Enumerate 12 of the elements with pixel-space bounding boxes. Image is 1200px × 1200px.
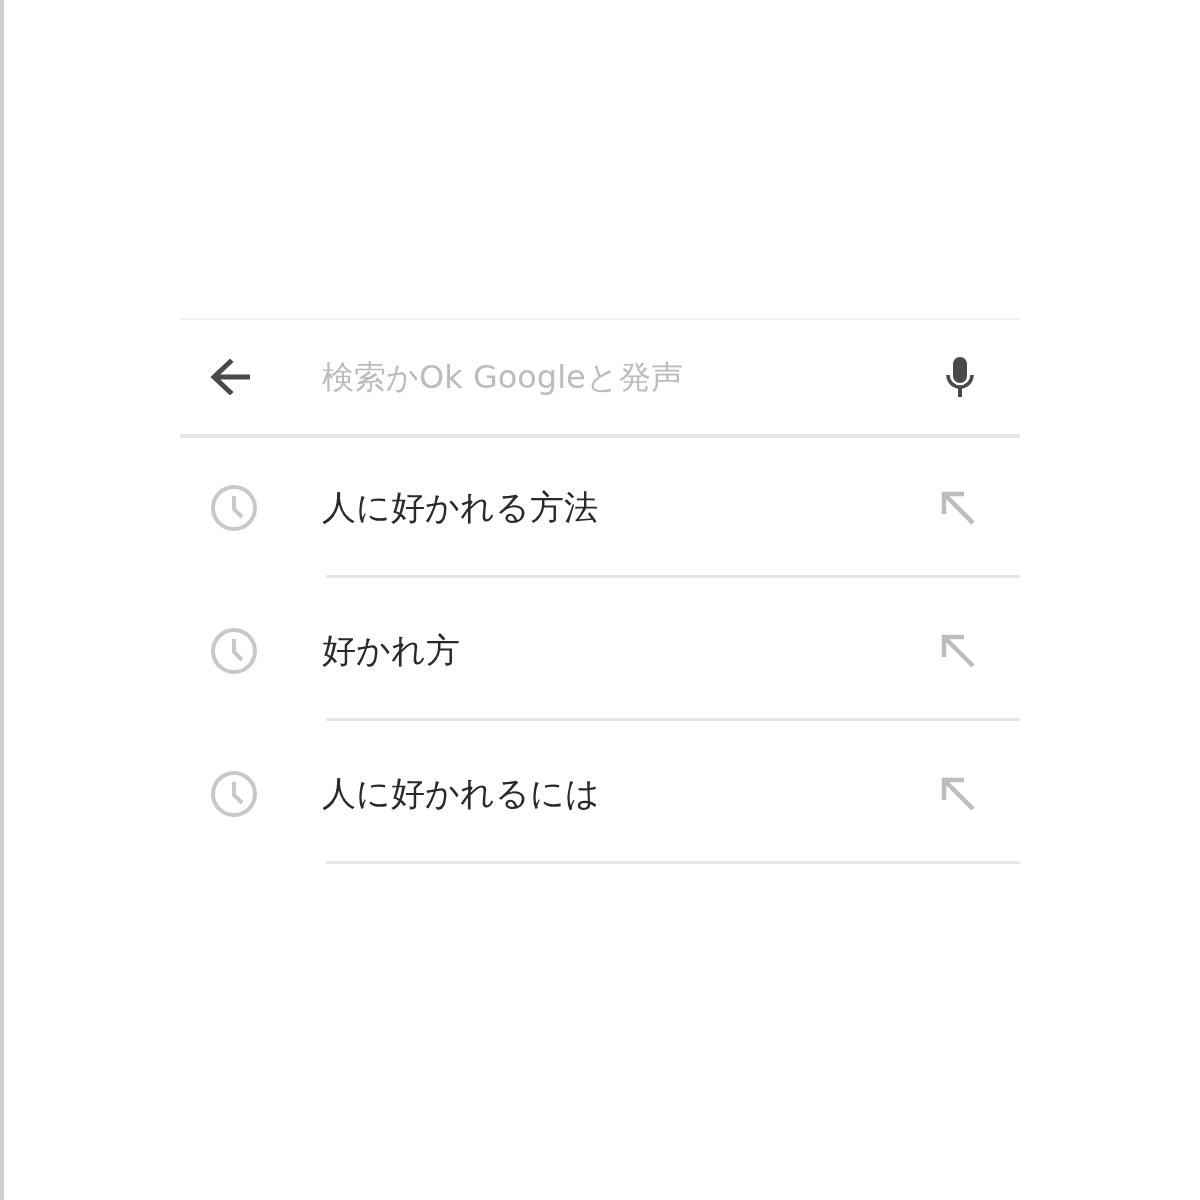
up-left-arrow-icon[interactable] — [940, 776, 976, 812]
clock-icon — [210, 627, 258, 675]
suggestion-text[interactable]: 人に好かれる方法 — [322, 485, 598, 531]
back-arrow-icon[interactable] — [210, 359, 250, 395]
microphone-icon[interactable] — [946, 356, 974, 398]
up-left-arrow-icon[interactable] — [940, 490, 976, 526]
suggestion-text[interactable]: 人に好かれるには — [322, 771, 600, 817]
clock-icon — [210, 484, 258, 532]
suggestion-text[interactable]: 好かれ方 — [322, 628, 460, 674]
up-left-arrow-icon[interactable] — [940, 633, 976, 669]
clock-icon — [210, 770, 258, 818]
search-field[interactable]: 検索かOk Googleと発声 — [322, 351, 926, 403]
